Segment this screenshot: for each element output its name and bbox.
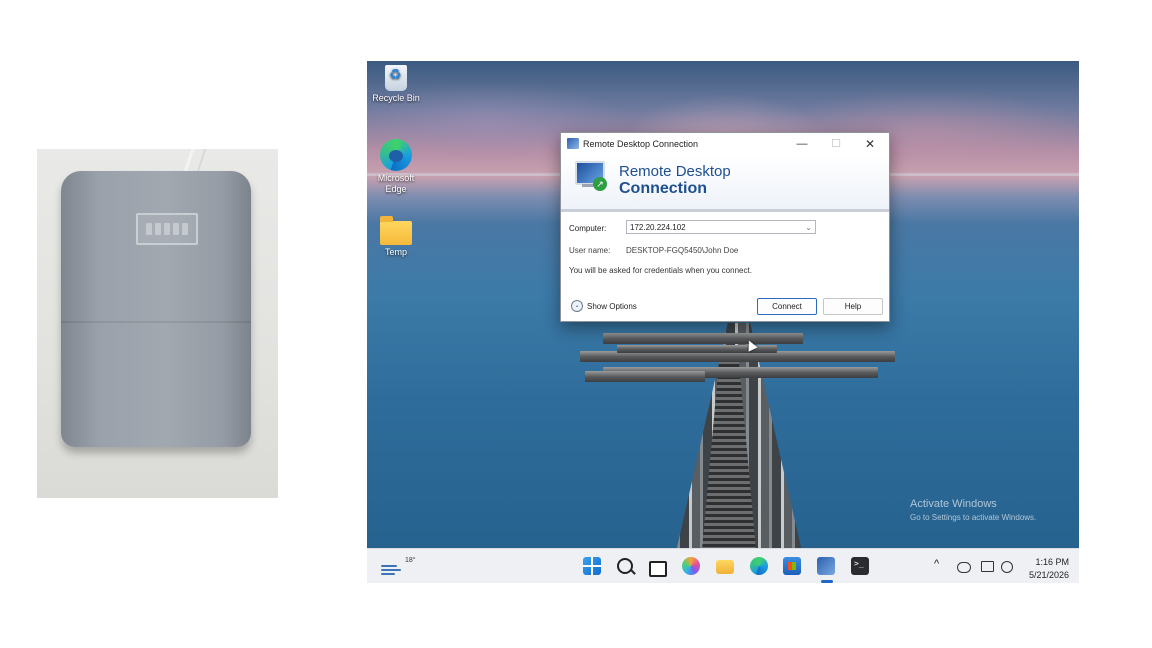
- start-icon[interactable]: [583, 557, 601, 575]
- tray-overflow-chevron-icon[interactable]: ^: [934, 558, 939, 570]
- remote-desktop-icon[interactable]: [817, 557, 835, 575]
- computer-value: 172.20.224.102: [630, 223, 686, 232]
- connect-button[interactable]: Connect: [757, 298, 817, 315]
- remote-desktop-logo-icon: ↗: [573, 159, 607, 193]
- dialog-title: Remote Desktop Connection: [583, 139, 699, 149]
- active-app-indicator: [821, 580, 833, 583]
- chevron-down-icon: ⌄: [571, 300, 583, 312]
- clock-date[interactable]: 5/21/2026: [1023, 570, 1069, 580]
- username-label: User name:: [569, 246, 611, 255]
- store-icon[interactable]: [783, 557, 801, 575]
- desktop-icon-temp[interactable]: Temp: [367, 216, 425, 258]
- weather-temp: 18°: [405, 557, 416, 564]
- weather-widget[interactable]: 18°: [381, 557, 416, 577]
- file-explorer-icon[interactable]: [716, 560, 734, 574]
- usb-device: [61, 171, 251, 447]
- onedrive-icon[interactable]: [957, 562, 971, 573]
- network-icon[interactable]: [1001, 561, 1013, 573]
- remote-desktop-icon: [567, 138, 579, 149]
- clock-time[interactable]: 1:16 PM: [1029, 557, 1069, 567]
- activate-windows-watermark: Activate Windows Go to Settings to activ…: [910, 498, 1037, 522]
- dialog-titlebar[interactable]: Remote Desktop Connection — ☐ ✕: [561, 133, 889, 155]
- help-button[interactable]: Help: [823, 298, 883, 315]
- desktop-icon-recycle-bin[interactable]: Recycle Bin: [367, 65, 425, 104]
- taskbar: 18° ^ 1:16 PM 5/21/2026: [367, 548, 1079, 583]
- device-photo: [37, 149, 278, 498]
- device-logo: [136, 213, 198, 245]
- maximize-button: ☐: [831, 138, 841, 150]
- computer-combobox[interactable]: 172.20.224.102 ⌄: [626, 220, 816, 234]
- terminal-icon[interactable]: [851, 557, 869, 575]
- copilot-icon[interactable]: [682, 557, 700, 575]
- edge-icon: [380, 139, 412, 171]
- close-button[interactable]: ✕: [857, 135, 883, 153]
- chevron-down-icon[interactable]: ⌄: [805, 221, 812, 235]
- banner-title-line2: Connection: [619, 180, 707, 197]
- show-options-toggle[interactable]: ⌄ Show Options: [571, 300, 637, 312]
- credentials-note: You will be asked for credentials when y…: [569, 266, 752, 275]
- recycle-bin-icon: [385, 65, 407, 91]
- remote-desktop-dialog: Remote Desktop Connection — ☐ ✕ ↗ Remote…: [560, 132, 890, 322]
- display-icon[interactable]: [981, 561, 994, 572]
- username-value: DESKTOP-FGQ5450\John Doe: [626, 246, 739, 255]
- desktop-icon-edge[interactable]: Microsoft Edge: [367, 139, 425, 195]
- dialog-banner: ↗ Remote Desktop Connection: [561, 155, 889, 212]
- banner-title-line1: Remote Desktop: [619, 163, 731, 180]
- show-options-label: Show Options: [587, 301, 637, 311]
- computer-label: Computer:: [569, 224, 607, 233]
- folder-icon: [380, 216, 412, 245]
- task-view-icon[interactable]: [649, 561, 667, 577]
- edge-taskbar-icon[interactable]: [750, 557, 768, 575]
- minimize-button[interactable]: —: [789, 135, 815, 153]
